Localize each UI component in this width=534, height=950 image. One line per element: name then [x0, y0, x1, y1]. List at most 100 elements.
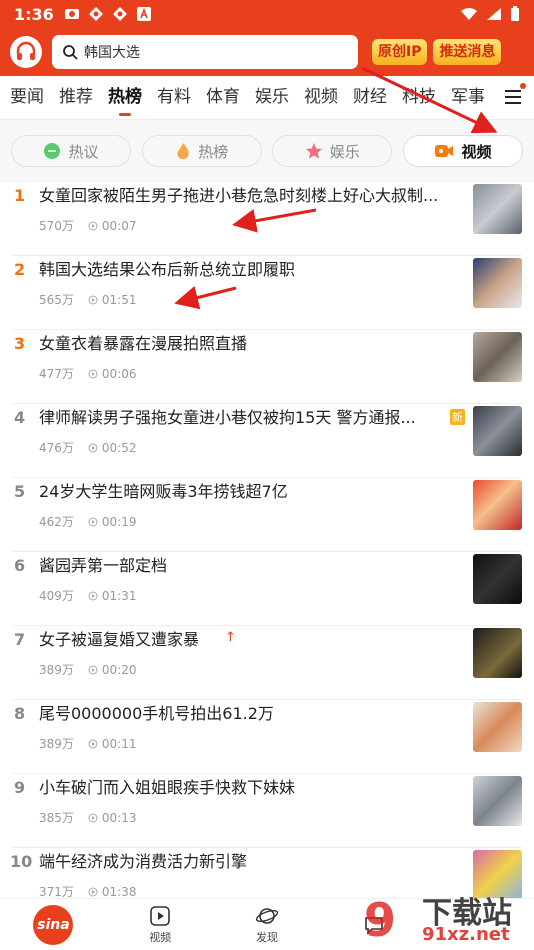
list-item[interactable]: 1 女童回家被陌生男子拖进小巷危急时刻楼上好心大叔制... 570万 00:07 [12, 182, 522, 256]
tab-junshi[interactable]: 军事 [451, 76, 485, 120]
video-play-icon [150, 905, 170, 926]
view-count: 476万 [39, 441, 74, 455]
play-circle-icon [88, 443, 98, 452]
nav-discover[interactable]: 发现 [214, 899, 321, 950]
rank-number: 10 [10, 852, 33, 871]
watermark-site: 91xz.net [422, 924, 510, 945]
signal-icon [487, 8, 501, 20]
item-title: 端午经济成为消费活力新引擎 [39, 852, 248, 871]
wifi-icon [461, 8, 477, 20]
flame-icon [177, 143, 189, 159]
play-circle-icon [88, 591, 98, 600]
pill-rebang[interactable]: 热榜 [141, 135, 262, 167]
video-icon [435, 145, 454, 157]
rank-number: 7 [14, 630, 26, 649]
menu-icon[interactable] [504, 88, 522, 106]
video-thumbnail[interactable] [473, 554, 522, 604]
menu-badge-dot [520, 83, 526, 89]
pill-label: 热榜 [198, 142, 229, 161]
app-notification-icon-2 [112, 7, 127, 21]
play-circle-icon [88, 813, 98, 822]
play-circle-icon [88, 665, 98, 674]
item-meta: 385万 00:13 [39, 809, 137, 826]
tab-yule[interactable]: 娱乐 [255, 76, 289, 120]
view-count: 477万 [39, 367, 74, 381]
pill-label: 热议 [68, 142, 99, 161]
video-duration: 00:11 [101, 736, 137, 751]
tab-tiyu[interactable]: 体育 [206, 76, 240, 120]
video-duration: 00:06 [101, 366, 137, 381]
pill-yule[interactable]: 娱乐 [272, 135, 393, 167]
video-thumbnail[interactable] [473, 406, 522, 456]
item-title: 酱园弄第一部定档 [39, 556, 168, 575]
rank-number: 4 [14, 408, 26, 427]
tab-yaowen[interactable]: 要闻 [10, 76, 44, 120]
video-thumbnail[interactable] [473, 776, 522, 826]
chat-icon [44, 143, 61, 159]
tab-caijing[interactable]: 财经 [353, 76, 387, 120]
list-item[interactable]: 9 小车破门而入姐姐眼疾手快救下妹妹 385万 00:13 [12, 774, 522, 848]
rank-number: 1 [14, 186, 26, 205]
promo-push-message[interactable]: 推送消息 [433, 39, 502, 65]
video-thumbnail[interactable] [473, 480, 522, 530]
pill-label: 视频 [461, 142, 492, 161]
status-time: 1:36 [14, 4, 54, 24]
view-count: 385万 [39, 811, 74, 825]
tab-tuijian[interactable]: 推荐 [59, 76, 93, 120]
video-thumbnail[interactable] [473, 258, 522, 308]
pill-reyi[interactable]: 热议 [11, 135, 131, 167]
item-meta: 462万 00:19 [39, 513, 137, 530]
video-thumbnail[interactable] [473, 332, 522, 382]
top-header: 韩国大选 原创IP 推送消息 [0, 28, 534, 76]
pill-shipin[interactable]: 视频 [402, 135, 523, 167]
video-duration: 00:20 [101, 662, 137, 677]
list-item[interactable]: 3 女童衣着暴露在漫展拍照直播 477万 00:06 [12, 330, 522, 404]
pill-label: 娱乐 [329, 142, 360, 161]
channel-tabs: 要闻 推荐 热榜 有料 体育 娱乐 视频 财经 科技 军事 [0, 76, 534, 120]
search-input[interactable]: 韩国大选 [52, 35, 358, 69]
tab-rebang[interactable]: 热榜 [108, 76, 142, 120]
sina-notification-icon [64, 9, 79, 19]
site-watermark: 9 下载站 91xz.net [360, 888, 530, 948]
play-circle-icon [88, 739, 98, 748]
headphones-icon [16, 41, 36, 60]
hot-video-list: 1 女童回家被陌生男子拖进小巷危急时刻楼上好心大叔制... 570万 00:07 … [0, 182, 534, 922]
view-count: 565万 [39, 293, 74, 307]
rank-number: 6 [14, 556, 26, 575]
item-meta: 477万 00:06 [39, 365, 137, 382]
list-item[interactable]: 8 尾号0000000手机号拍出61.2万 389万 00:11 [12, 700, 522, 774]
a-notification-icon [136, 7, 151, 21]
item-title: 韩国大选结果公布后新总统立即履职 [39, 260, 296, 279]
video-thumbnail[interactable] [473, 184, 522, 234]
promo-banners: 原创IP 推送消息 [372, 39, 502, 65]
tab-keji[interactable]: 科技 [402, 76, 436, 120]
play-circle-icon [88, 221, 98, 230]
nav-video[interactable]: 视频 [107, 899, 214, 950]
watermark-logo-icon: 9 [364, 893, 396, 947]
promo-original-ip[interactable]: 原创IP [372, 39, 428, 65]
new-badge: 新 [450, 409, 465, 425]
tab-youliao[interactable]: 有料 [157, 76, 191, 120]
list-item[interactable]: 5 24岁大学生暗网贩毒3年捞钱超7亿 462万 00:19 [12, 478, 522, 552]
play-circle-icon [88, 369, 98, 378]
tab-shipin[interactable]: 视频 [304, 76, 338, 120]
item-title: 尾号0000000手机号拍出61.2万 [39, 704, 274, 723]
item-title: 女童衣着暴露在漫展拍照直播 [39, 334, 248, 353]
item-meta: 389万 00:11 [39, 735, 137, 752]
list-item[interactable]: 4 律师解读男子强拖女童进小巷仅被拘15天 警方通报... 新 476万 00:5… [12, 404, 522, 478]
nav-home[interactable]: sina [0, 899, 107, 950]
view-count: 570万 [39, 219, 74, 233]
sina-logo-icon: sina [33, 904, 74, 945]
planet-icon [255, 907, 279, 924]
audio-button[interactable] [10, 36, 42, 68]
svg-text:9: 9 [364, 893, 396, 947]
video-duration: 00:19 [101, 514, 137, 529]
list-item[interactable]: 7 女子被逼复婚又遭家暴 ↑ 389万 00:20 [12, 626, 522, 700]
video-duration: 01:51 [101, 292, 137, 307]
list-item[interactable]: 6 酱园弄第一部定档 409万 01:31 [12, 552, 522, 626]
video-thumbnail[interactable] [473, 702, 522, 752]
list-item[interactable]: 2 韩国大选结果公布后新总统立即履职 565万 01:51 [12, 256, 522, 330]
search-icon [63, 45, 78, 60]
view-count: 409万 [39, 589, 74, 603]
video-thumbnail[interactable] [473, 628, 522, 678]
